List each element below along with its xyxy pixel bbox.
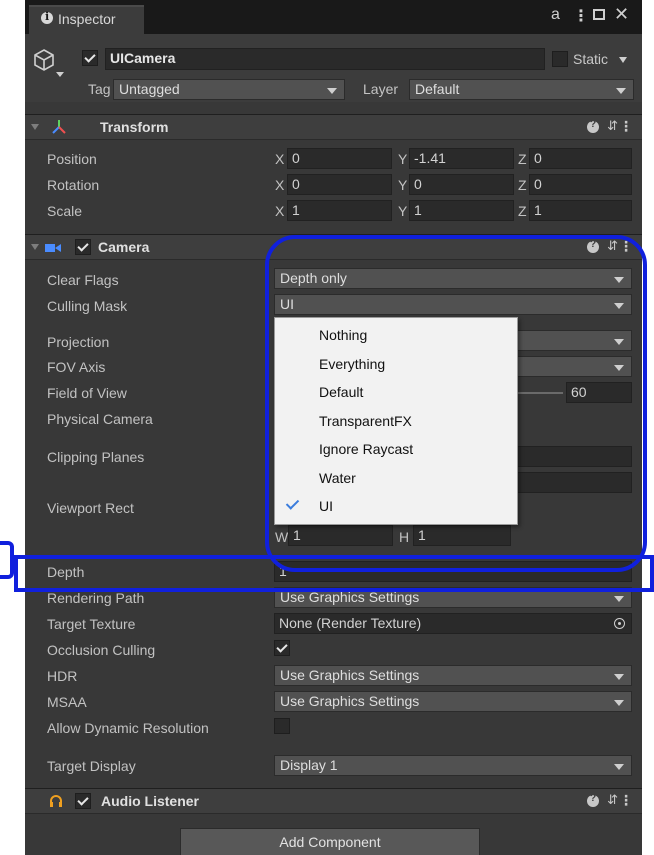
tab-inspector[interactable]: Inspector: [29, 5, 144, 34]
position-y-field[interactable]: -1.41: [409, 148, 514, 169]
icon-dropdown-arrow[interactable]: [56, 72, 64, 77]
more-vert-icon[interactable]: ⋮: [619, 792, 633, 809]
clear-flags-label: Clear Flags: [47, 272, 119, 288]
foldout-arrow-icon[interactable]: [31, 124, 39, 130]
transform-rows: Position X 0 Y -1.41 Z 0 Rotation X 0 Y …: [25, 146, 642, 226]
msaa-label: MSAA: [47, 694, 87, 710]
transform-title: Transform: [100, 119, 169, 135]
scale-z-field[interactable]: 1: [529, 200, 632, 221]
static-label: Static: [573, 51, 609, 67]
headphones-icon: [50, 795, 62, 807]
projection-label: Projection: [47, 334, 110, 350]
camera-title: Camera: [98, 239, 150, 255]
fov-label: Field of View: [47, 385, 127, 401]
chevron-down-icon: [616, 88, 626, 94]
axis-y-label[interactable]: Y: [398, 177, 407, 193]
close-icon[interactable]: ✕: [614, 4, 629, 25]
gameobject-cube-icon: [34, 49, 54, 71]
layer-value: Default: [415, 81, 460, 97]
msaa-value: Use Graphics Settings: [280, 693, 420, 709]
axis-z-label[interactable]: Z: [518, 177, 527, 193]
axis-x-label[interactable]: X: [275, 177, 284, 193]
fov-axis-label: FOV Axis: [47, 359, 106, 375]
camera-icon: [45, 244, 61, 252]
chevron-down-icon: [614, 700, 624, 706]
axis-x-label[interactable]: X: [275, 151, 284, 167]
viewport-rect-label: Viewport Rect: [47, 500, 134, 516]
foldout-arrow-icon[interactable]: [31, 244, 39, 250]
audio-listener-title: Audio Listener: [101, 793, 200, 809]
annotation-depth-highlight: [14, 555, 654, 592]
axis-z-label[interactable]: Z: [518, 151, 527, 167]
lock-icon[interactable]: a: [551, 6, 560, 24]
dynamic-resolution-checkbox[interactable]: [274, 718, 290, 734]
hdr-dropdown[interactable]: Use Graphics Settings: [274, 665, 632, 686]
maximize-icon[interactable]: [593, 9, 605, 20]
target-texture-label: Target Texture: [47, 616, 136, 632]
audio-listener-header[interactable]: Audio Listener ⇵ ⋮: [25, 788, 642, 814]
presets-icon[interactable]: ⇵: [607, 118, 618, 134]
add-component-button[interactable]: Add Component: [180, 828, 480, 855]
position-x-field[interactable]: 0: [287, 148, 392, 169]
camera-enabled-checkbox[interactable]: [75, 239, 91, 255]
tag-value: Untagged: [119, 81, 180, 97]
position-label: Position: [47, 151, 97, 167]
target-texture-field[interactable]: None (Render Texture): [274, 613, 632, 634]
scale-label: Scale: [47, 203, 83, 219]
tab-strip: Inspector a ⋮ ✕: [25, 0, 642, 34]
layer-label: Layer: [363, 81, 399, 97]
static-dropdown-arrow[interactable]: [619, 57, 627, 63]
transform-header[interactable]: Transform ⇵ ⋮: [25, 114, 642, 140]
target-display-label: Target Display: [47, 758, 136, 774]
physical-camera-label: Physical Camera: [47, 411, 153, 427]
help-icon[interactable]: [587, 119, 599, 133]
chevron-down-icon: [614, 764, 624, 770]
target-display-value: Display 1: [280, 757, 338, 773]
axis-x-label[interactable]: X: [275, 203, 284, 219]
dynamic-resolution-label: Allow Dynamic Resolution: [47, 720, 209, 736]
hdr-label: HDR: [47, 668, 78, 684]
transform-icon: [52, 120, 66, 134]
info-icon: [41, 10, 53, 24]
object-picker-icon[interactable]: [614, 618, 625, 629]
layer-dropdown[interactable]: Default: [409, 79, 634, 100]
more-vert-icon[interactable]: ⋮: [619, 118, 633, 135]
annotation-oval: [265, 235, 647, 572]
help-icon[interactable]: [587, 793, 599, 807]
rotation-z-field[interactable]: 0: [529, 174, 632, 195]
chevron-down-icon: [327, 88, 337, 94]
occlusion-culling-checkbox[interactable]: [274, 640, 290, 656]
clipping-planes-label: Clipping Planes: [47, 449, 145, 465]
chevron-down-icon: [614, 674, 624, 680]
rotation-x-field[interactable]: 0: [287, 174, 392, 195]
target-display-dropdown[interactable]: Display 1: [274, 755, 632, 776]
tag-dropdown[interactable]: Untagged: [113, 79, 345, 100]
chevron-down-icon: [614, 596, 624, 602]
static-checkbox[interactable]: [552, 51, 568, 67]
msaa-dropdown[interactable]: Use Graphics Settings: [274, 691, 632, 712]
rotation-y-field[interactable]: 0: [409, 174, 514, 195]
active-checkbox[interactable]: [82, 50, 98, 66]
axis-y-label[interactable]: Y: [398, 203, 407, 219]
scale-x-field[interactable]: 1: [287, 200, 392, 221]
audio-listener-checkbox[interactable]: [75, 793, 91, 809]
gameobject-name-field[interactable]: UICamera: [105, 48, 545, 70]
scale-y-field[interactable]: 1: [409, 200, 514, 221]
rotation-label: Rotation: [47, 177, 100, 193]
annotation-left-bracket: [0, 541, 14, 579]
more-vert-icon[interactable]: ⋮: [573, 6, 589, 26]
rendering-path-label: Rendering Path: [47, 590, 145, 606]
position-z-field[interactable]: 0: [529, 148, 632, 169]
culling-mask-label: Culling Mask: [47, 298, 128, 314]
target-texture-value: None (Render Texture): [279, 615, 422, 631]
tab-inspector-label: Inspector: [58, 11, 116, 27]
hdr-value: Use Graphics Settings: [280, 667, 420, 683]
occlusion-culling-label: Occlusion Culling: [47, 642, 156, 658]
axis-y-label[interactable]: Y: [398, 151, 407, 167]
axis-z-label[interactable]: Z: [518, 203, 527, 219]
tag-label: Tag: [88, 81, 111, 97]
presets-icon[interactable]: ⇵: [607, 792, 618, 808]
gameobject-header: UICamera Static Tag Untagged Layer Defau…: [25, 34, 642, 102]
